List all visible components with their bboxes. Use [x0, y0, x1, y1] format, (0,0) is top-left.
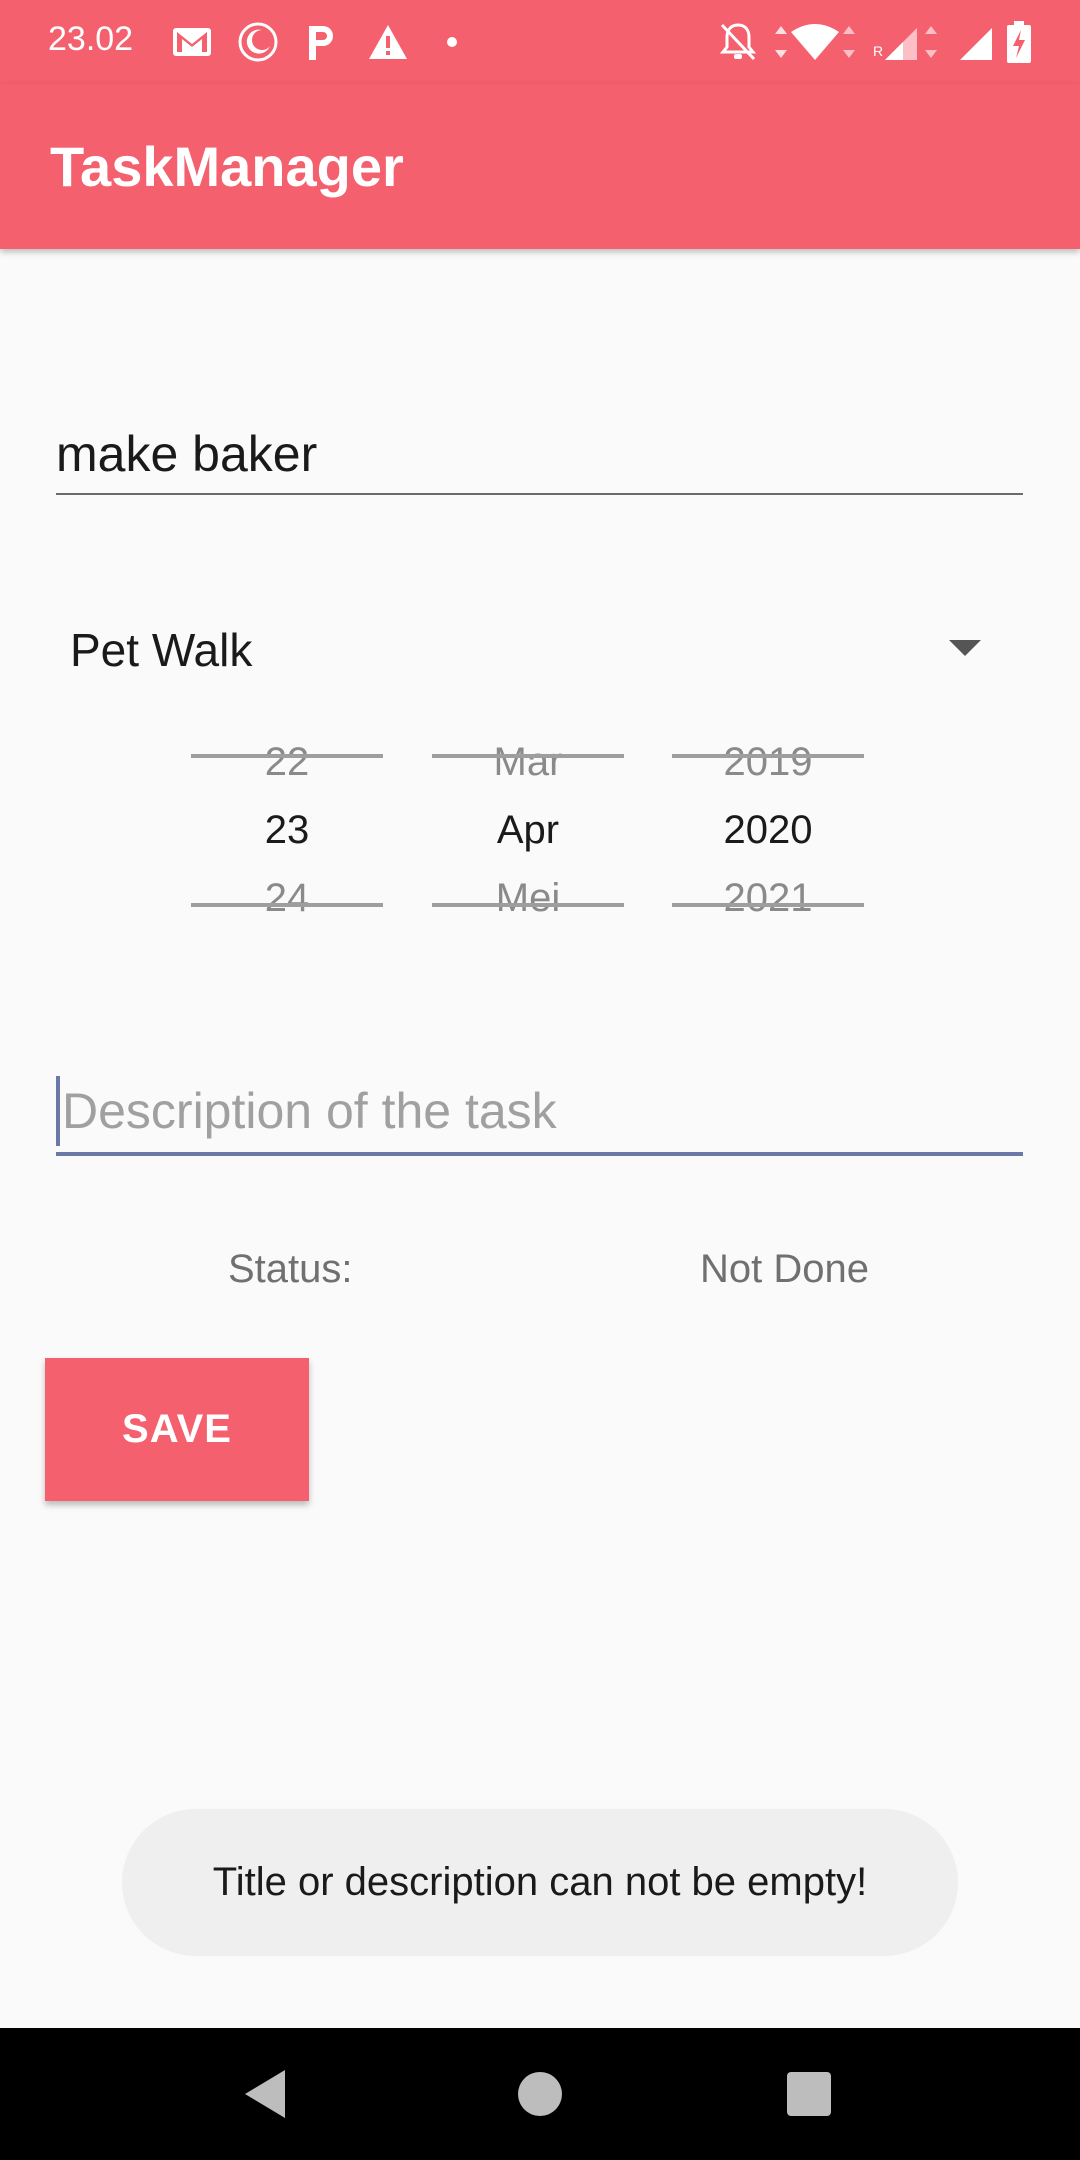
moon-icon: [236, 18, 280, 66]
wifi-icon: [770, 18, 860, 66]
title-input[interactable]: make baker: [56, 415, 1023, 495]
category-spinner-value: Pet Walk: [70, 624, 253, 676]
warning-icon: [366, 18, 410, 66]
month-next[interactable]: Mei: [432, 876, 624, 921]
day-next[interactable]: 24: [191, 876, 383, 921]
signal-icon: [956, 18, 996, 66]
toast-message: Title or description can not be empty!: [122, 1809, 958, 1956]
category-spinner[interactable]: Pet Walk: [56, 610, 1023, 690]
navigation-bar: [0, 2028, 1080, 2160]
description-input[interactable]: [62, 1082, 1002, 1140]
status-bar: 23.02 R: [0, 0, 1080, 84]
title-input-value: make baker: [56, 426, 318, 482]
app-bar: TaskManager: [0, 84, 1080, 249]
status-label: Status:: [228, 1247, 353, 1291]
bell-off-icon: [716, 18, 760, 66]
picker-divider: [672, 754, 864, 758]
day-current[interactable]: 23: [191, 808, 383, 853]
signal-roaming-icon: R: [872, 18, 942, 66]
dot-icon: [444, 18, 460, 66]
picker-divider: [191, 903, 383, 907]
home-icon[interactable]: [518, 2072, 562, 2116]
p-icon: [302, 18, 342, 66]
day-prev[interactable]: 22: [191, 740, 383, 785]
picker-divider: [432, 903, 624, 907]
picker-divider: [672, 903, 864, 907]
app-title: TaskManager: [50, 135, 404, 198]
text-cursor: [56, 1076, 60, 1146]
back-icon[interactable]: [245, 2070, 285, 2118]
toast-text: Title or description can not be empty!: [212, 1860, 868, 1904]
month-prev[interactable]: Mar: [432, 740, 624, 785]
description-field[interactable]: [56, 1070, 1023, 1156]
gmail-icon: [170, 18, 214, 66]
svg-text:R: R: [873, 43, 883, 59]
month-current[interactable]: Apr: [432, 808, 624, 853]
year-picker[interactable]: 2019 2020 2021: [672, 740, 864, 925]
status-value: Not Done: [700, 1247, 869, 1291]
picker-divider: [191, 754, 383, 758]
month-picker[interactable]: Mar Apr Mei: [432, 740, 624, 925]
recents-icon[interactable]: [787, 2072, 831, 2116]
dropdown-arrow-icon: [949, 640, 981, 656]
day-picker[interactable]: 22 23 24: [191, 740, 383, 925]
year-current[interactable]: 2020: [672, 808, 864, 853]
year-next[interactable]: 2021: [672, 876, 864, 921]
battery-charging-icon: [1004, 18, 1034, 66]
year-prev[interactable]: 2019: [672, 740, 864, 785]
save-button[interactable]: SAVE: [45, 1358, 309, 1501]
picker-divider: [432, 754, 624, 758]
status-time: 23.02: [48, 20, 134, 58]
